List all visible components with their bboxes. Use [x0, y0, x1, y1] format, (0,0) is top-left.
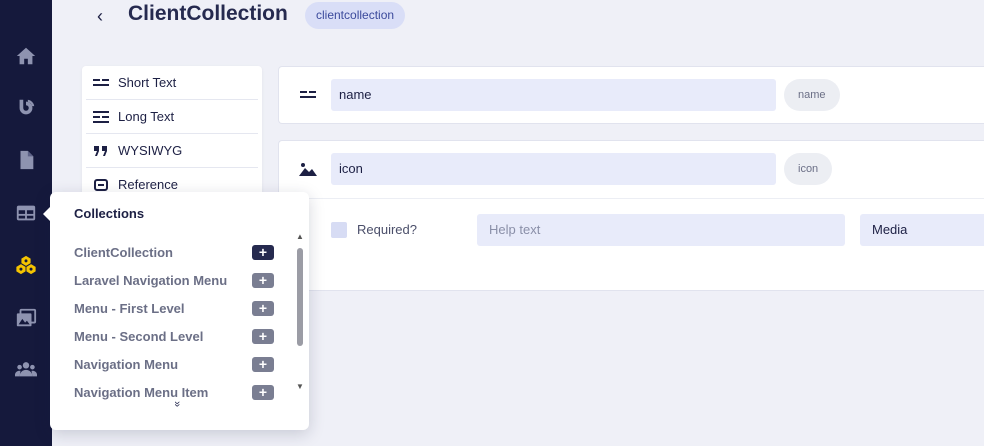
field-type-label: Short Text	[118, 75, 177, 90]
list-item[interactable]: Menu - Second Level +	[74, 322, 274, 350]
field-type-label: WYSIWYG	[118, 143, 183, 158]
list-item[interactable]: ClientCollection +	[74, 238, 274, 266]
collection-label: ClientCollection	[74, 244, 173, 260]
popup-title: Collections	[74, 206, 145, 221]
scroll-up-icon[interactable]: ▲	[296, 232, 304, 241]
document-icon[interactable]	[14, 148, 38, 172]
reference-icon	[92, 178, 110, 191]
scroll-down-icon[interactable]: ▼	[296, 382, 304, 391]
field-type-short-text[interactable]: Short Text	[86, 66, 258, 100]
field-name-input[interactable]: name	[331, 79, 776, 111]
list-item[interactable]: Navigation Menu +	[74, 350, 274, 378]
side-navigation	[0, 0, 52, 446]
blog-icon[interactable]	[14, 96, 38, 120]
plus-icon[interactable]: +	[252, 300, 274, 316]
scrollbar-thumb[interactable]	[297, 248, 303, 346]
cubes-icon[interactable]	[14, 253, 38, 277]
plus-icon[interactable]: +	[252, 244, 274, 260]
field-type-long-text[interactable]: Long Text	[86, 100, 258, 134]
short-text-icon	[92, 78, 110, 88]
field-type-wysiwyg[interactable]: WYSIWYG	[86, 134, 258, 168]
short-text-icon	[298, 85, 318, 105]
chevron-left-icon: ‹	[97, 5, 103, 26]
collection-list: ClientCollection + Laravel Navigation Me…	[74, 238, 274, 406]
field-type-list: Short Text Long Text WYSIWYG Reference	[82, 66, 262, 206]
popup-arrow	[43, 206, 51, 222]
users-icon[interactable]	[14, 357, 38, 381]
field-card-name: name name	[278, 66, 984, 124]
list-item[interactable]: Laravel Navigation Menu +	[74, 266, 274, 294]
field-key-badge: icon	[784, 153, 833, 185]
collection-label: Menu - First Level	[74, 300, 185, 316]
list-item[interactable]: Menu - First Level +	[74, 294, 274, 322]
home-icon[interactable]	[14, 44, 38, 68]
show-more-chevron-icon[interactable]: »	[171, 401, 183, 407]
help-text-input[interactable]: Help text	[477, 214, 845, 246]
plus-icon[interactable]: +	[252, 384, 274, 400]
required-label: Required?	[357, 222, 417, 237]
field-card-icon: icon icon Required? Help text Media	[278, 140, 984, 291]
plus-icon[interactable]: +	[252, 272, 274, 288]
required-checkbox[interactable]	[331, 222, 347, 238]
quote-icon	[92, 145, 110, 156]
divider	[279, 198, 984, 199]
collection-label: Navigation Menu Item	[74, 384, 209, 400]
plus-icon[interactable]: +	[252, 356, 274, 372]
media-icon[interactable]	[14, 306, 38, 330]
plus-icon[interactable]: +	[252, 328, 274, 344]
field-key-badge: name	[784, 79, 840, 111]
collections-popup: Collections ClientCollection + Laravel N…	[43, 192, 309, 430]
collection-label: Menu - Second Level	[74, 328, 204, 344]
image-icon	[298, 159, 318, 179]
page-title: ClientCollection	[128, 2, 288, 25]
field-type-select[interactable]: Media	[860, 214, 984, 246]
field-type-label: Long Text	[118, 109, 175, 124]
table-icon[interactable]	[14, 201, 38, 225]
collection-label: Navigation Menu	[74, 356, 179, 372]
collection-slug-badge: clientcollection	[305, 2, 406, 29]
back-button[interactable]: ‹	[90, 4, 110, 28]
collection-label: Laravel Navigation Menu	[74, 272, 228, 288]
long-text-icon	[92, 110, 110, 123]
field-name-input[interactable]: icon	[331, 153, 776, 185]
field-type-label: Reference	[118, 177, 178, 192]
